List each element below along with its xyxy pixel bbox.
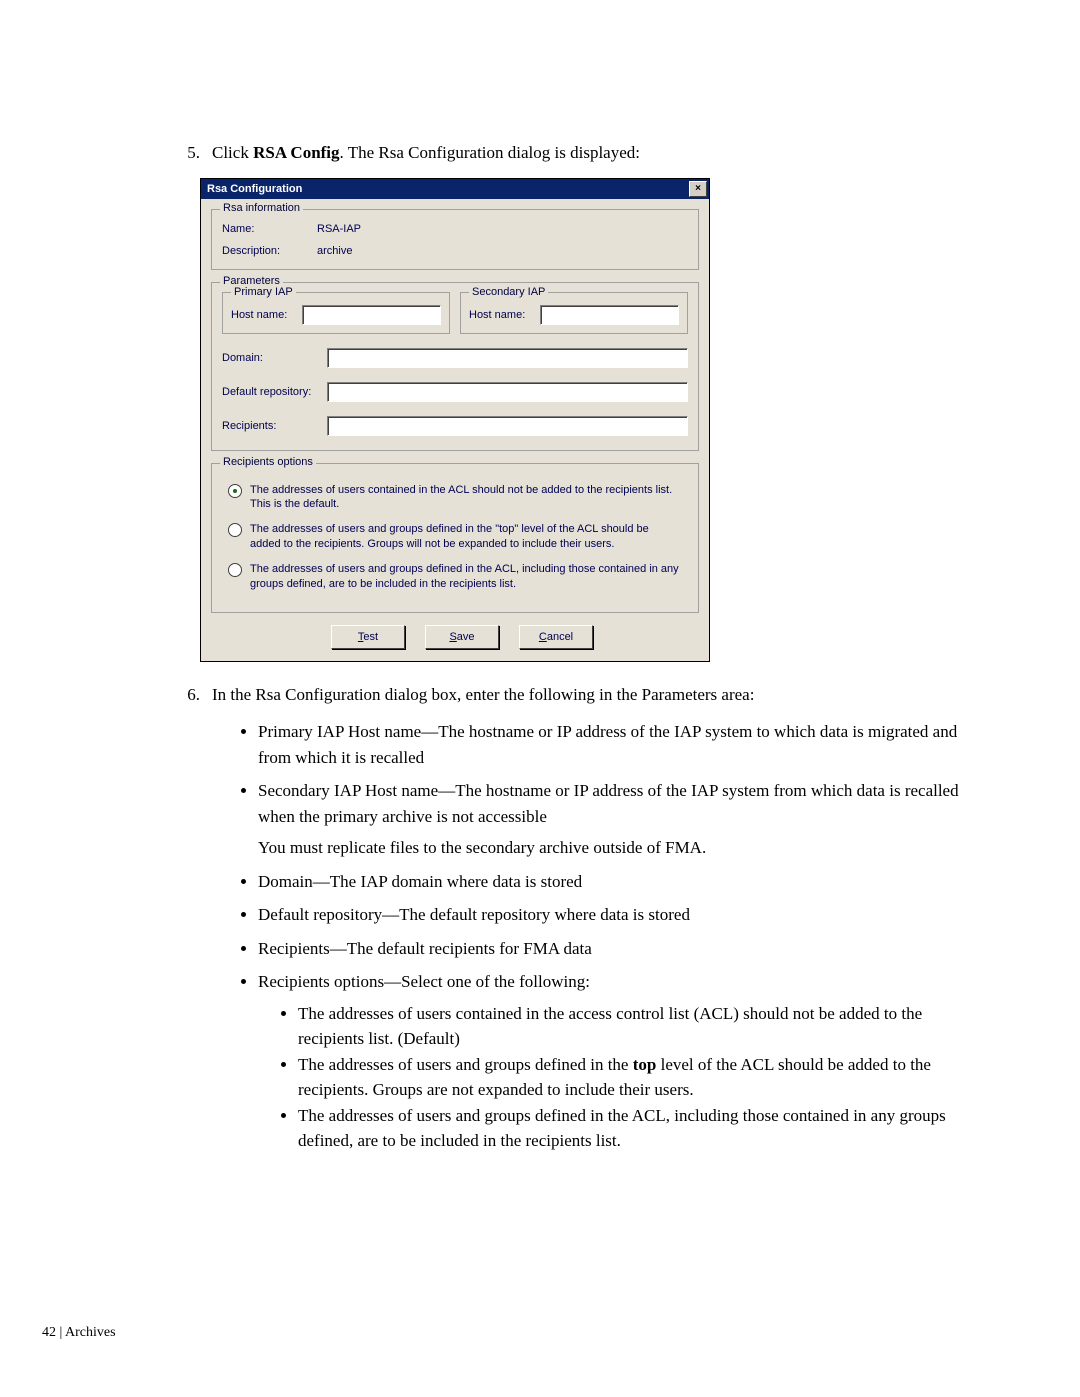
radio-option-2-label: The addresses of users and groups define…: [250, 522, 682, 552]
input-primary-host[interactable]: [302, 305, 441, 325]
step-6: 6. In the Rsa Configuration dialog box, …: [170, 682, 960, 708]
sub-bullet-2-bold: top: [633, 1055, 657, 1074]
radio-option-1-label: The addresses of users contained in the …: [250, 483, 682, 513]
legend-recipients-options: Recipients options: [220, 456, 316, 468]
label-description: Description:: [222, 245, 317, 257]
radio-option-3[interactable]: The addresses of users and groups define…: [228, 562, 682, 592]
close-icon: ×: [695, 184, 701, 194]
bullet-primary-iap: Primary IAP Host name—The hostname or IP…: [258, 719, 960, 770]
bullet-default-repository: Default repository—The default repositor…: [258, 902, 960, 928]
cancel-button[interactable]: Cancel: [519, 625, 593, 649]
radio-icon: [228, 523, 242, 537]
group-rsa-information: Rsa information Name: RSA-IAP Descriptio…: [211, 209, 699, 270]
step-6-text: In the Rsa Configuration dialog box, ent…: [212, 682, 960, 708]
secondary-iap-note: You must replicate files to the secondar…: [258, 835, 960, 861]
step-6-bullet-list: Primary IAP Host name—The hostname or IP…: [200, 719, 960, 1154]
legend-rsa-information: Rsa information: [220, 202, 303, 214]
label-default-repository: Default repository:: [222, 386, 327, 398]
close-button[interactable]: ×: [689, 181, 707, 197]
bullet-secondary-iap: Secondary IAP Host name—The hostname or …: [258, 778, 960, 861]
label-primary-host: Host name:: [231, 309, 296, 321]
label-name: Name:: [222, 223, 317, 235]
value-description: archive: [317, 245, 352, 257]
cancel-button-rest: ancel: [547, 631, 573, 643]
input-domain[interactable]: [327, 348, 688, 368]
subgroup-secondary-iap: Secondary IAP Host name:: [460, 292, 688, 334]
dialog-title: Rsa Configuration: [207, 183, 302, 195]
step-5-prefix: Click: [212, 143, 253, 162]
value-name: RSA-IAP: [317, 223, 361, 235]
save-button[interactable]: Save: [425, 625, 499, 649]
radio-option-2[interactable]: The addresses of users and groups define…: [228, 522, 682, 552]
radio-option-1[interactable]: The addresses of users contained in the …: [228, 483, 682, 513]
page-footer: 42 | Archives: [42, 1325, 116, 1341]
input-recipients[interactable]: [327, 416, 688, 436]
input-secondary-host[interactable]: [540, 305, 679, 325]
bullet-recipients-options-text: Recipients options—Select one of the fol…: [258, 972, 590, 991]
save-button-rest: ave: [457, 631, 475, 643]
label-domain: Domain:: [222, 352, 327, 364]
label-secondary-host: Host name:: [469, 309, 534, 321]
step-5-suffix: . The Rsa Configuration dialog is displa…: [340, 143, 640, 162]
bullet-domain: Domain—The IAP domain where data is stor…: [258, 869, 960, 895]
subgroup-primary-iap: Primary IAP Host name:: [222, 292, 450, 334]
radio-icon: [228, 484, 242, 498]
save-button-accel: S: [449, 631, 456, 643]
group-recipients-options: Recipients options The addresses of user…: [211, 463, 699, 613]
legend-primary-iap: Primary IAP: [231, 286, 296, 298]
group-parameters: Parameters Primary IAP Host name: Second…: [211, 282, 699, 451]
label-recipients: Recipients:: [222, 420, 327, 432]
step-5-bold: RSA Config: [253, 143, 339, 162]
step-6-number: 6.: [170, 682, 212, 708]
input-default-repository[interactable]: [327, 382, 688, 402]
sub-bullet-3: The addresses of users and groups define…: [298, 1103, 960, 1154]
sub-bullet-1: The addresses of users contained in the …: [298, 1001, 960, 1052]
sub-bullet-2-pre: The addresses of users and groups define…: [298, 1055, 633, 1074]
test-button-rest: est: [363, 631, 378, 643]
step-5: 5. Click RSA Config. The Rsa Configurati…: [170, 140, 960, 166]
recipients-options-sublist: The addresses of users contained in the …: [258, 1001, 960, 1154]
bullet-recipients-options: Recipients options—Select one of the fol…: [258, 969, 960, 1154]
radio-option-3-label: The addresses of users and groups define…: [250, 562, 682, 592]
step-5-number: 5.: [170, 140, 212, 166]
step-5-text: Click RSA Config. The Rsa Configuration …: [212, 140, 960, 166]
radio-icon: [228, 563, 242, 577]
bullet-recipients: Recipients—The default recipients for FM…: [258, 936, 960, 962]
test-button[interactable]: Test: [331, 625, 405, 649]
cancel-button-accel: C: [539, 631, 547, 643]
dialog-titlebar: Rsa Configuration ×: [201, 179, 709, 199]
sub-bullet-2: The addresses of users and groups define…: [298, 1052, 960, 1103]
rsa-config-dialog: Rsa Configuration × Rsa information Name…: [200, 178, 710, 662]
legend-secondary-iap: Secondary IAP: [469, 286, 548, 298]
bullet-secondary-iap-text: Secondary IAP Host name—The hostname or …: [258, 781, 959, 826]
